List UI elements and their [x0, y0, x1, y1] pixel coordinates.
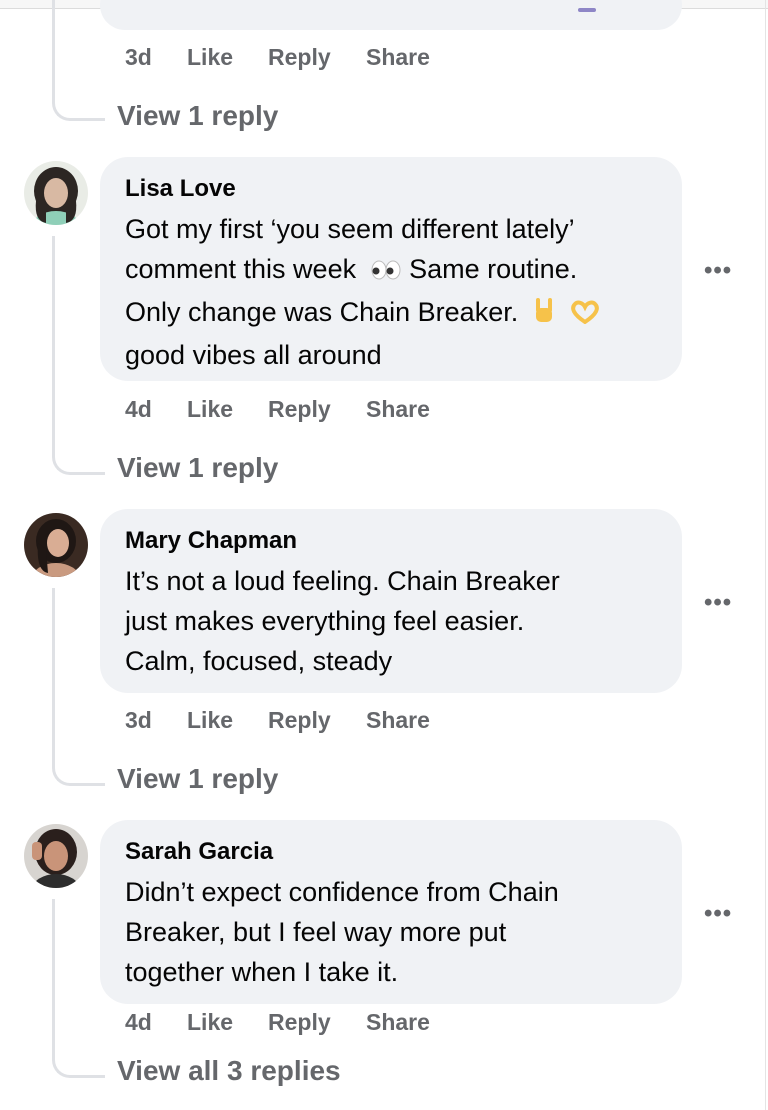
comment-timestamp[interactable]: 4d: [125, 396, 187, 423]
comment-actions: 3d Like Reply Share: [125, 707, 446, 734]
comment-timestamp[interactable]: 4d: [125, 1009, 187, 1036]
comment-text: Got my first ‘you seem different lately’…: [125, 209, 658, 375]
avatar-image-lisa: [24, 161, 88, 225]
comment-bubble: Sarah Garcia Didn’t expect confidence fr…: [100, 820, 682, 1004]
share-button[interactable]: Share: [366, 1009, 446, 1036]
view-replies-link[interactable]: View 1 reply: [117, 100, 278, 132]
comment-line: just makes everything feel easier.: [125, 606, 525, 636]
like-button[interactable]: Like: [187, 707, 268, 734]
thread-connector: [52, 588, 105, 786]
commenter-name[interactable]: Sarah Garcia: [125, 838, 658, 866]
comment-line: It’s not a loud feeling. Chain Breaker: [125, 566, 560, 596]
share-button[interactable]: Share: [366, 396, 446, 423]
scrollbar-track[interactable]: [765, 0, 766, 1110]
thread-connector: [52, 899, 105, 1078]
comment-actions: 4d Like Reply Share: [125, 1009, 446, 1036]
heart-hands-emoji: [569, 295, 601, 335]
comment-actions: 4d Like Reply Share: [125, 396, 446, 423]
comment-line: Breaker, but I feel way more put: [125, 917, 507, 947]
avatar[interactable]: [24, 161, 88, 225]
comment-timestamp[interactable]: 3d: [125, 707, 187, 734]
previous-comment-bubble: [100, 0, 682, 30]
view-replies-link[interactable]: View all 3 replies: [117, 1055, 341, 1087]
reply-button[interactable]: Reply: [268, 396, 366, 423]
reply-button[interactable]: Reply: [268, 44, 366, 71]
view-replies-link[interactable]: View 1 reply: [117, 763, 278, 795]
previous-comment-actions: 3d Like Reply Share: [125, 44, 446, 71]
eyes-emoji: [370, 252, 402, 292]
commenter-name[interactable]: Mary Chapman: [125, 527, 658, 555]
reply-button[interactable]: Reply: [268, 1009, 366, 1036]
like-button[interactable]: Like: [187, 1009, 268, 1036]
rock-on-hand-emoji: [532, 295, 556, 335]
comment-timestamp[interactable]: 3d: [125, 44, 187, 71]
more-options-icon[interactable]: •••: [704, 257, 732, 285]
thread-connector: [52, 0, 105, 121]
avatar-image-mary: [24, 513, 88, 577]
comment-line: Didn’t expect confidence from Chain: [125, 877, 559, 907]
view-replies-link[interactable]: View 1 reply: [117, 452, 278, 484]
comment-line: comment this week Same routine.: [125, 249, 658, 292]
reply-button[interactable]: Reply: [268, 707, 366, 734]
comment-line-part: Same routine.: [409, 254, 578, 284]
thread-connector: [52, 236, 105, 475]
avatar[interactable]: [24, 824, 88, 888]
more-options-icon[interactable]: •••: [704, 900, 732, 928]
comment-line: Calm, focused, steady: [125, 646, 393, 676]
share-button[interactable]: Share: [366, 707, 446, 734]
comment-text: Didn’t expect confidence from Chain Brea…: [125, 872, 658, 992]
like-button[interactable]: Like: [187, 396, 268, 423]
comment-line-part: comment this week: [125, 254, 357, 284]
comment-text: It’s not a loud feeling. Chain Breaker j…: [125, 561, 658, 681]
comment-bubble: Mary Chapman It’s not a loud feeling. Ch…: [100, 509, 682, 693]
more-options-icon[interactable]: •••: [704, 589, 732, 617]
comment-line: good vibes all around: [125, 340, 382, 370]
comment-line: together when I take it.: [125, 957, 399, 987]
comment-line: Got my first ‘you seem different lately’: [125, 214, 575, 244]
avatar[interactable]: [24, 513, 88, 577]
comment-line: Only change was Chain Breaker.: [125, 292, 658, 335]
commenter-name[interactable]: Lisa Love: [125, 175, 658, 203]
comment-line-part: Only change was Chain Breaker.: [125, 297, 519, 327]
avatar-image-sarah: [24, 824, 88, 888]
like-button[interactable]: Like: [187, 44, 268, 71]
share-button[interactable]: Share: [366, 44, 446, 71]
comment-bubble: Lisa Love Got my first ‘you seem differe…: [100, 157, 682, 381]
reaction-mark: [578, 8, 596, 12]
